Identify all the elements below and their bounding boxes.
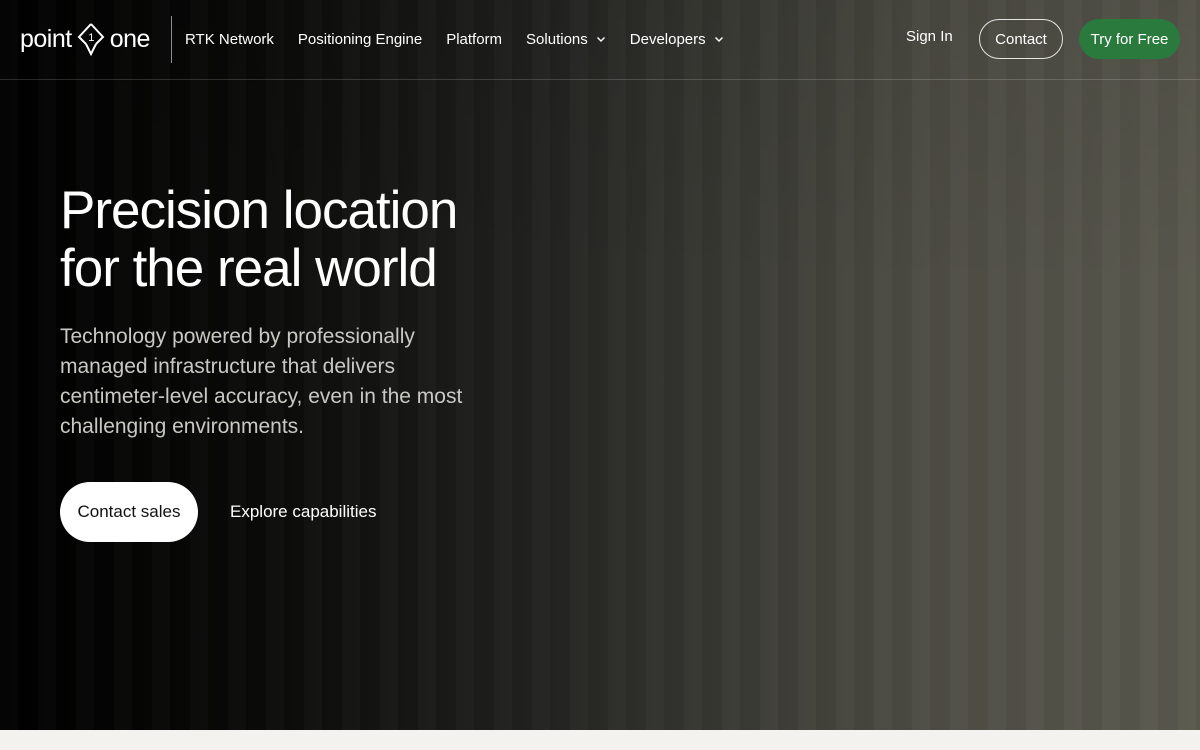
contact-sales-button[interactable]: Contact sales: [60, 482, 198, 542]
nav-label: Solutions: [526, 30, 588, 48]
try-for-free-button[interactable]: Try for Free: [1079, 19, 1180, 59]
hero-title-line-2: for the real world: [60, 239, 438, 298]
logo-number: 1: [88, 32, 94, 44]
explore-capabilities-link[interactable]: Explore capabilities: [230, 502, 376, 522]
contact-button[interactable]: Contact: [979, 19, 1063, 59]
sign-in-link[interactable]: Sign In: [906, 28, 953, 45]
hero-title-line-1: Precision location: [60, 181, 458, 240]
diamond-pin-icon: 1: [76, 22, 106, 57]
hero-subtitle: Technology powered by professionally man…: [60, 325, 463, 438]
hero-content: Precision location for the real world Te…: [60, 182, 520, 442]
nav-item-platform[interactable]: Platform: [446, 31, 502, 48]
nav-item-solutions[interactable]: Solutions: [526, 31, 606, 48]
chevron-down-icon: [714, 37, 723, 42]
nav-label: RTK Network: [185, 30, 274, 48]
nav-item-developers[interactable]: Developers: [630, 31, 724, 48]
nav-item-rtk-network[interactable]: RTK Network: [185, 31, 274, 48]
chevron-down-icon: [596, 37, 605, 42]
logo-divider: [171, 16, 172, 63]
nav-label: Platform: [446, 30, 503, 48]
site-header: point 1 one RTK Network Positioning Engi…: [0, 0, 1200, 80]
nav-label: Positioning Engine: [297, 30, 423, 48]
hero-cta-row: Contact sales Explore capabilities: [60, 482, 376, 542]
logo-text-one: one: [109, 24, 151, 53]
nav-item-positioning-engine[interactable]: Positioning Engine: [298, 31, 422, 48]
main-nav: RTK Network Positioning Engine Platform …: [185, 28, 748, 50]
logo-text-point: point: [20, 24, 72, 53]
site-logo[interactable]: point 1 one: [20, 20, 150, 58]
hero-title: Precision location for the real world: [60, 182, 520, 298]
nav-label: Developers: [629, 30, 706, 48]
